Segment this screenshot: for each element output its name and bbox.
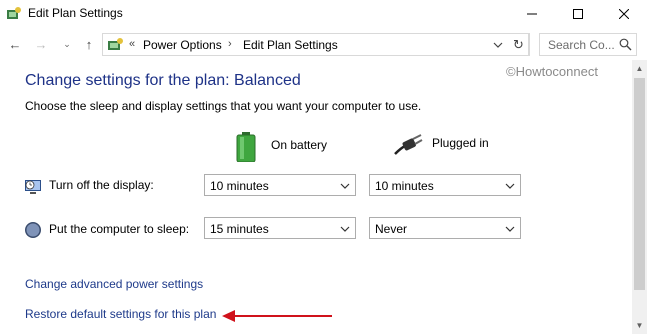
on-battery-label: On battery xyxy=(271,138,328,152)
power-plug-icon xyxy=(394,134,423,155)
sleep-moon-icon xyxy=(25,222,41,238)
plugged-in-label: Plugged in xyxy=(432,136,489,150)
change-advanced-power-settings-link[interactable]: Change advanced power settings xyxy=(25,277,203,291)
search-icon[interactable] xyxy=(619,38,632,51)
chevron-down-icon xyxy=(505,226,515,232)
close-icon xyxy=(619,9,629,19)
address-bar[interactable]: « Power Options › Edit Plan Settings xyxy=(102,33,529,56)
display-on-battery-value: 10 minutes xyxy=(210,179,269,193)
sleep-on-battery-select[interactable]: 15 minutes xyxy=(204,217,356,239)
display-timer-icon xyxy=(25,180,41,194)
title-bar: Edit Plan Settings xyxy=(0,0,647,28)
page-subtitle: Choose the sleep and display settings th… xyxy=(25,99,422,113)
display-plugged-in-select[interactable]: 10 minutes xyxy=(369,174,521,196)
scroll-down-arrow-icon[interactable]: ▼ xyxy=(632,317,647,334)
breadcrumb-overflow-icon[interactable]: « xyxy=(129,38,135,50)
up-arrow-icon[interactable]: ↑ xyxy=(80,35,98,53)
sleep-plugged-in-value: Never xyxy=(375,222,408,236)
window-title: Edit Plan Settings xyxy=(28,6,123,20)
battery-icon xyxy=(236,132,256,162)
maximize-icon xyxy=(573,9,583,19)
sleep-plugged-in-select[interactable]: Never xyxy=(369,217,521,239)
control-panel-icon xyxy=(108,38,123,50)
display-setting-label: Turn off the display: xyxy=(49,178,154,192)
scrollbar-thumb[interactable] xyxy=(634,78,645,290)
sleep-on-battery-value: 15 minutes xyxy=(210,222,269,236)
chevron-down-icon xyxy=(340,183,350,189)
sleep-setting-label: Put the computer to sleep: xyxy=(49,222,190,236)
navigation-bar: ← → ⌄ ↑ « Power Options › Edit Plan Sett… xyxy=(0,30,647,60)
breadcrumb-power-options[interactable]: Power Options xyxy=(143,38,222,52)
breadcrumb-chevron-icon[interactable]: › xyxy=(228,38,232,50)
display-on-battery-select[interactable]: 10 minutes xyxy=(204,174,356,196)
minimize-button[interactable] xyxy=(509,0,555,28)
minimize-icon xyxy=(527,13,537,15)
power-options-app-icon xyxy=(7,7,21,19)
red-annotation-arrow-icon xyxy=(222,310,332,322)
scroll-up-arrow-icon[interactable]: ▲ xyxy=(632,60,647,77)
address-dropdown-icon[interactable] xyxy=(493,40,503,50)
refresh-icon: ↻ xyxy=(513,36,524,52)
search-placeholder: Search Co... xyxy=(548,38,615,52)
display-plugged-in-value: 10 minutes xyxy=(375,179,434,193)
search-input[interactable]: Search Co... xyxy=(539,33,637,56)
recent-locations-chevron-icon[interactable]: ⌄ xyxy=(58,35,76,53)
forward-arrow-icon[interactable]: → xyxy=(32,35,50,53)
chevron-down-icon xyxy=(505,183,515,189)
restore-default-settings-link[interactable]: Restore default settings for this plan xyxy=(25,307,216,321)
watermark: ©Howtoconnect xyxy=(506,64,598,79)
refresh-button[interactable]: ↻ xyxy=(508,33,530,56)
breadcrumb-edit-plan-settings[interactable]: Edit Plan Settings xyxy=(243,38,338,52)
close-button[interactable] xyxy=(601,0,647,28)
vertical-scrollbar[interactable]: ▲ ▼ xyxy=(632,60,647,334)
page-title: Change settings for the plan: Balanced xyxy=(25,72,301,89)
main-content: ©Howtoconnect Change settings for the pl… xyxy=(0,60,632,334)
chevron-down-icon xyxy=(340,226,350,232)
maximize-button[interactable] xyxy=(555,0,601,28)
back-arrow-icon[interactable]: ← xyxy=(6,35,24,53)
